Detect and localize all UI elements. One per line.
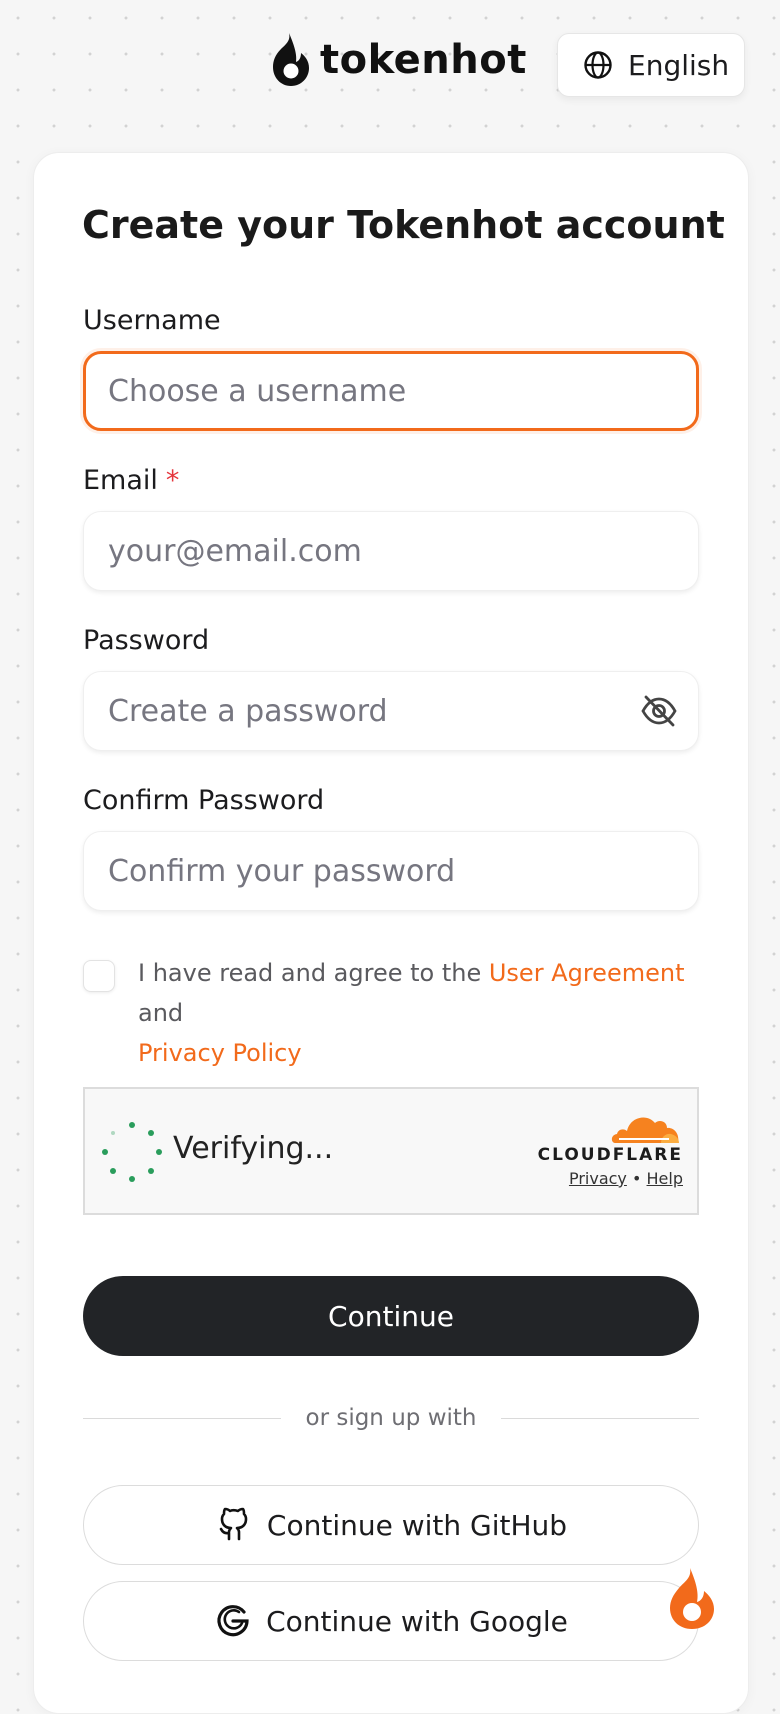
username-label: Username xyxy=(83,305,221,336)
google-icon xyxy=(217,1605,249,1637)
email-label-text: Email xyxy=(83,465,158,496)
signup-card: Create your Tokenhot account Username Em… xyxy=(33,152,749,1714)
captcha-link-separator: • xyxy=(631,1169,642,1188)
logo-text: tokenhot xyxy=(320,37,527,83)
agreement-checkbox[interactable] xyxy=(83,960,115,992)
page-title: Create your Tokenhot account xyxy=(82,203,725,247)
flame-fab-icon[interactable] xyxy=(666,1566,718,1632)
google-signup-label: Continue with Google xyxy=(266,1604,568,1638)
agreement-middle: and xyxy=(138,999,184,1027)
email-input[interactable] xyxy=(83,511,699,591)
confirm-password-input[interactable] xyxy=(83,831,699,911)
github-signup-button[interactable]: Continue with GitHub xyxy=(83,1485,699,1565)
captcha-links: Privacy • Help xyxy=(495,1169,683,1188)
username-input[interactable] xyxy=(83,351,699,431)
confirm-password-label: Confirm Password xyxy=(83,785,325,816)
github-icon xyxy=(219,1507,248,1541)
continue-button[interactable]: Continue xyxy=(83,1276,699,1356)
email-label: Email * xyxy=(83,465,179,496)
divider-line-right xyxy=(501,1418,699,1419)
top-bar: tokenhot English xyxy=(0,0,780,140)
cloudflare-cloud-icon xyxy=(611,1117,679,1143)
eye-off-icon[interactable] xyxy=(639,691,679,731)
google-signup-button[interactable]: Continue with Google xyxy=(83,1581,699,1661)
password-label: Password xyxy=(83,625,210,656)
required-asterisk: * xyxy=(165,465,180,496)
agreement-text: I have read and agree to the User Agreem… xyxy=(138,953,708,1073)
agreement-prefix: I have read and agree to the xyxy=(138,959,489,987)
logo[interactable]: tokenhot xyxy=(270,30,527,90)
github-signup-label: Continue with GitHub xyxy=(266,1508,568,1542)
flame-logo-icon xyxy=(273,33,309,86)
language-label: English xyxy=(628,48,730,82)
loading-spinner-icon xyxy=(102,1122,162,1182)
cloudflare-captcha[interactable]: Verifying... CLOUDFLARE Privacy • Help xyxy=(83,1087,699,1215)
cloudflare-brand: CLOUDFLARE xyxy=(537,1145,683,1165)
privacy-policy-link[interactable]: Privacy Policy xyxy=(138,1039,302,1067)
password-input[interactable] xyxy=(83,671,699,751)
captcha-privacy-link[interactable]: Privacy xyxy=(569,1169,627,1188)
globe-icon xyxy=(584,51,612,79)
oauth-divider: or sign up with xyxy=(83,1401,699,1435)
captcha-help-link[interactable]: Help xyxy=(647,1169,683,1188)
language-selector[interactable]: English xyxy=(557,33,745,97)
captcha-status: Verifying... xyxy=(173,1131,334,1166)
user-agreement-link[interactable]: User Agreement xyxy=(489,959,685,987)
